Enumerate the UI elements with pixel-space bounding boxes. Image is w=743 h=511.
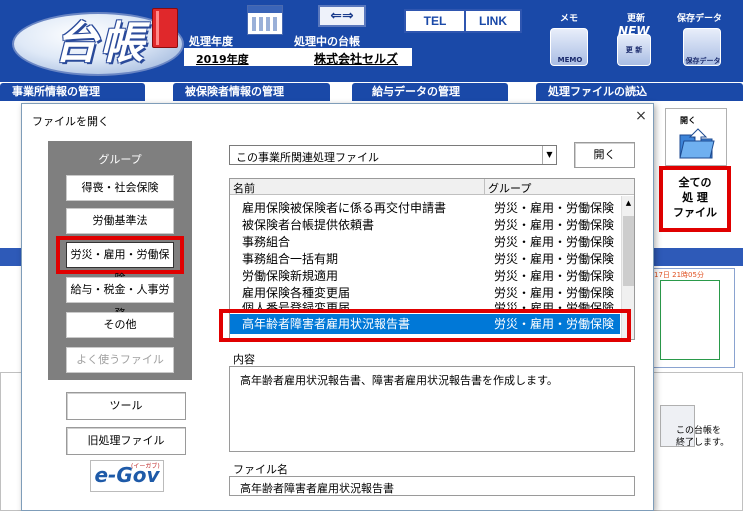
table-row[interactable]: 被保険者台帳提供依頼書 労災・雇用・労働保険 bbox=[230, 217, 620, 234]
row-name: 事務組合 bbox=[242, 235, 291, 249]
row-name: 労働保険新規適用 bbox=[242, 269, 339, 283]
save-data-caption: 保存データ bbox=[685, 57, 721, 65]
row-name: 雇用保険各種変更届 bbox=[242, 286, 351, 300]
content-text: 高年齢者雇用状況報告書、障害者雇用状況報告書を作成します。 bbox=[240, 374, 558, 387]
calendar-icon[interactable] bbox=[247, 5, 283, 35]
update-caption: 更 新 bbox=[625, 46, 643, 54]
save-data-label: 保存データ bbox=[677, 14, 723, 24]
scroll-up-icon[interactable]: ▲ bbox=[623, 198, 634, 208]
content-box: 高年齢者雇用状況報告書、障害者雇用状況報告書を作成します。 bbox=[229, 366, 635, 452]
ledger-book-icon bbox=[152, 8, 178, 48]
tools-button[interactable]: ツール bbox=[66, 392, 186, 420]
selected-row-highlight bbox=[219, 309, 631, 342]
filename-field[interactable]: 高年齢者障害者雇用状況報告書 bbox=[229, 476, 635, 496]
filename-value: 高年齢者障害者雇用状況報告書 bbox=[240, 482, 394, 495]
company-name: 株式会社セルズ bbox=[314, 52, 399, 66]
group-title: グループ bbox=[98, 153, 142, 166]
column-header-group[interactable]: グループ bbox=[488, 180, 531, 196]
save-data-icon[interactable]: 保存データ bbox=[683, 28, 721, 66]
row-name: 事務組合一括有期 bbox=[242, 252, 339, 266]
tab-salary-data[interactable]: 給与データの管理 bbox=[352, 83, 508, 101]
tab-office-info[interactable]: 事業所情報の管理 bbox=[0, 83, 145, 101]
end-text-line-1: この台帳を bbox=[676, 426, 722, 436]
old-files-button[interactable]: 旧処理ファイル bbox=[66, 427, 186, 455]
memo-label: メモ bbox=[560, 14, 579, 24]
tab-insured-info[interactable]: 被保険者情報の管理 bbox=[173, 83, 330, 101]
file-category-value: この事業所関連処理ファイル bbox=[236, 151, 379, 164]
app-logo: 台帳 bbox=[54, 18, 146, 69]
swap-ledger-button[interactable]: ⇐⇒ bbox=[318, 5, 366, 27]
group-button-other[interactable]: その他 bbox=[66, 312, 174, 338]
end-text-line-2: 終了します。 bbox=[676, 438, 730, 448]
group-button-labor-standards[interactable]: 労働基準法 bbox=[66, 208, 174, 234]
content-label: 内容 bbox=[233, 353, 255, 366]
bg-green-box bbox=[660, 280, 720, 360]
row-group: 労災・雇用・労働保険 bbox=[494, 235, 615, 249]
row-name: 被保険者台帳提供依頼書 bbox=[242, 218, 375, 232]
table-row[interactable]: 雇用保険各種変更届 労災・雇用・労働保険 bbox=[230, 285, 620, 302]
dialog-title: ファイルを開く bbox=[32, 115, 109, 128]
open-file-card[interactable]: 開く bbox=[665, 108, 727, 166]
filename-label: ファイル名 bbox=[233, 463, 288, 476]
group-button-payroll-tax[interactable]: 給与・税金・人事労務 bbox=[66, 277, 174, 320]
year-value: 2019年度 bbox=[196, 53, 249, 66]
row-group: 労災・雇用・労働保険 bbox=[494, 252, 615, 266]
all-files-line-1: 全ての bbox=[678, 176, 712, 189]
all-files-line-3: ファイル bbox=[673, 206, 717, 219]
scroll-thumb[interactable] bbox=[623, 216, 634, 286]
tel-button[interactable]: TEL bbox=[404, 9, 466, 33]
link-button[interactable]: LINK bbox=[464, 9, 522, 33]
chevron-down-icon[interactable]: ▼ bbox=[542, 146, 556, 164]
file-category-select[interactable]: この事業所関連処理ファイル ▼ bbox=[229, 145, 557, 165]
year-label: 処理年度 bbox=[189, 35, 233, 48]
update-icon[interactable]: 更 新 bbox=[617, 34, 651, 66]
bg-timestamp: 17日 21時05分 bbox=[654, 271, 704, 279]
egov-small-text: (イーガブ) bbox=[131, 463, 160, 470]
tab-load-files[interactable]: 処理ファイルの読込 bbox=[536, 83, 743, 101]
memo-caption: MEMO bbox=[557, 56, 583, 64]
table-row[interactable]: 事務組合一括有期 労災・雇用・労働保険 bbox=[230, 251, 620, 268]
end-ledger-text: この台帳を 終了します。 bbox=[676, 425, 729, 449]
file-list-header: 名前 グループ bbox=[230, 179, 634, 195]
row-group: 労災・雇用・労働保険 bbox=[494, 286, 615, 300]
column-header-name[interactable]: 名前 bbox=[233, 180, 255, 196]
group-panel: グループ 得喪・社会保険 労働基準法 労災・雇用・労働保険 給与・税金・人事労務… bbox=[48, 141, 192, 380]
group-button-labor-insurance[interactable]: 労災・雇用・労働保険 bbox=[66, 242, 174, 285]
open-button[interactable]: 開く bbox=[574, 142, 635, 168]
update-label: 更新 bbox=[627, 14, 646, 24]
group-button-favorites: よく使うファイル bbox=[66, 347, 174, 373]
table-row[interactable]: 事務組合 労災・雇用・労働保険 bbox=[230, 234, 620, 251]
column-divider bbox=[484, 179, 485, 194]
memo-icon[interactable]: MEMO bbox=[550, 28, 588, 66]
table-row[interactable]: 労働保険新規適用 労災・雇用・労働保険 bbox=[230, 268, 620, 285]
all-files-line-2: 処 理 bbox=[682, 191, 708, 204]
all-files-button[interactable]: 全ての 処 理 ファイル bbox=[664, 171, 726, 227]
egov-logo[interactable]: (イーガブ) e-Gov bbox=[90, 460, 164, 492]
row-group: 労災・雇用・労働保険 bbox=[494, 201, 615, 215]
row-group: 労災・雇用・労働保険 bbox=[494, 269, 615, 283]
folder-icon bbox=[679, 128, 715, 159]
open-caption: 開く bbox=[680, 116, 696, 125]
open-file-dialog: ファイルを開く × グループ 得喪・社会保険 労働基準法 労災・雇用・労働保険 … bbox=[21, 103, 654, 511]
row-name: 雇用保険被保険者に係る再交付申請書 bbox=[242, 201, 447, 215]
row-group: 労災・雇用・労働保険 bbox=[494, 218, 615, 232]
table-row[interactable]: 雇用保険被保険者に係る再交付申請書 労災・雇用・労働保険 bbox=[230, 200, 620, 217]
close-icon[interactable]: × bbox=[633, 108, 649, 124]
ledger-label: 処理中の台帳 bbox=[294, 35, 360, 48]
group-button-social-insurance[interactable]: 得喪・社会保険 bbox=[66, 175, 174, 201]
